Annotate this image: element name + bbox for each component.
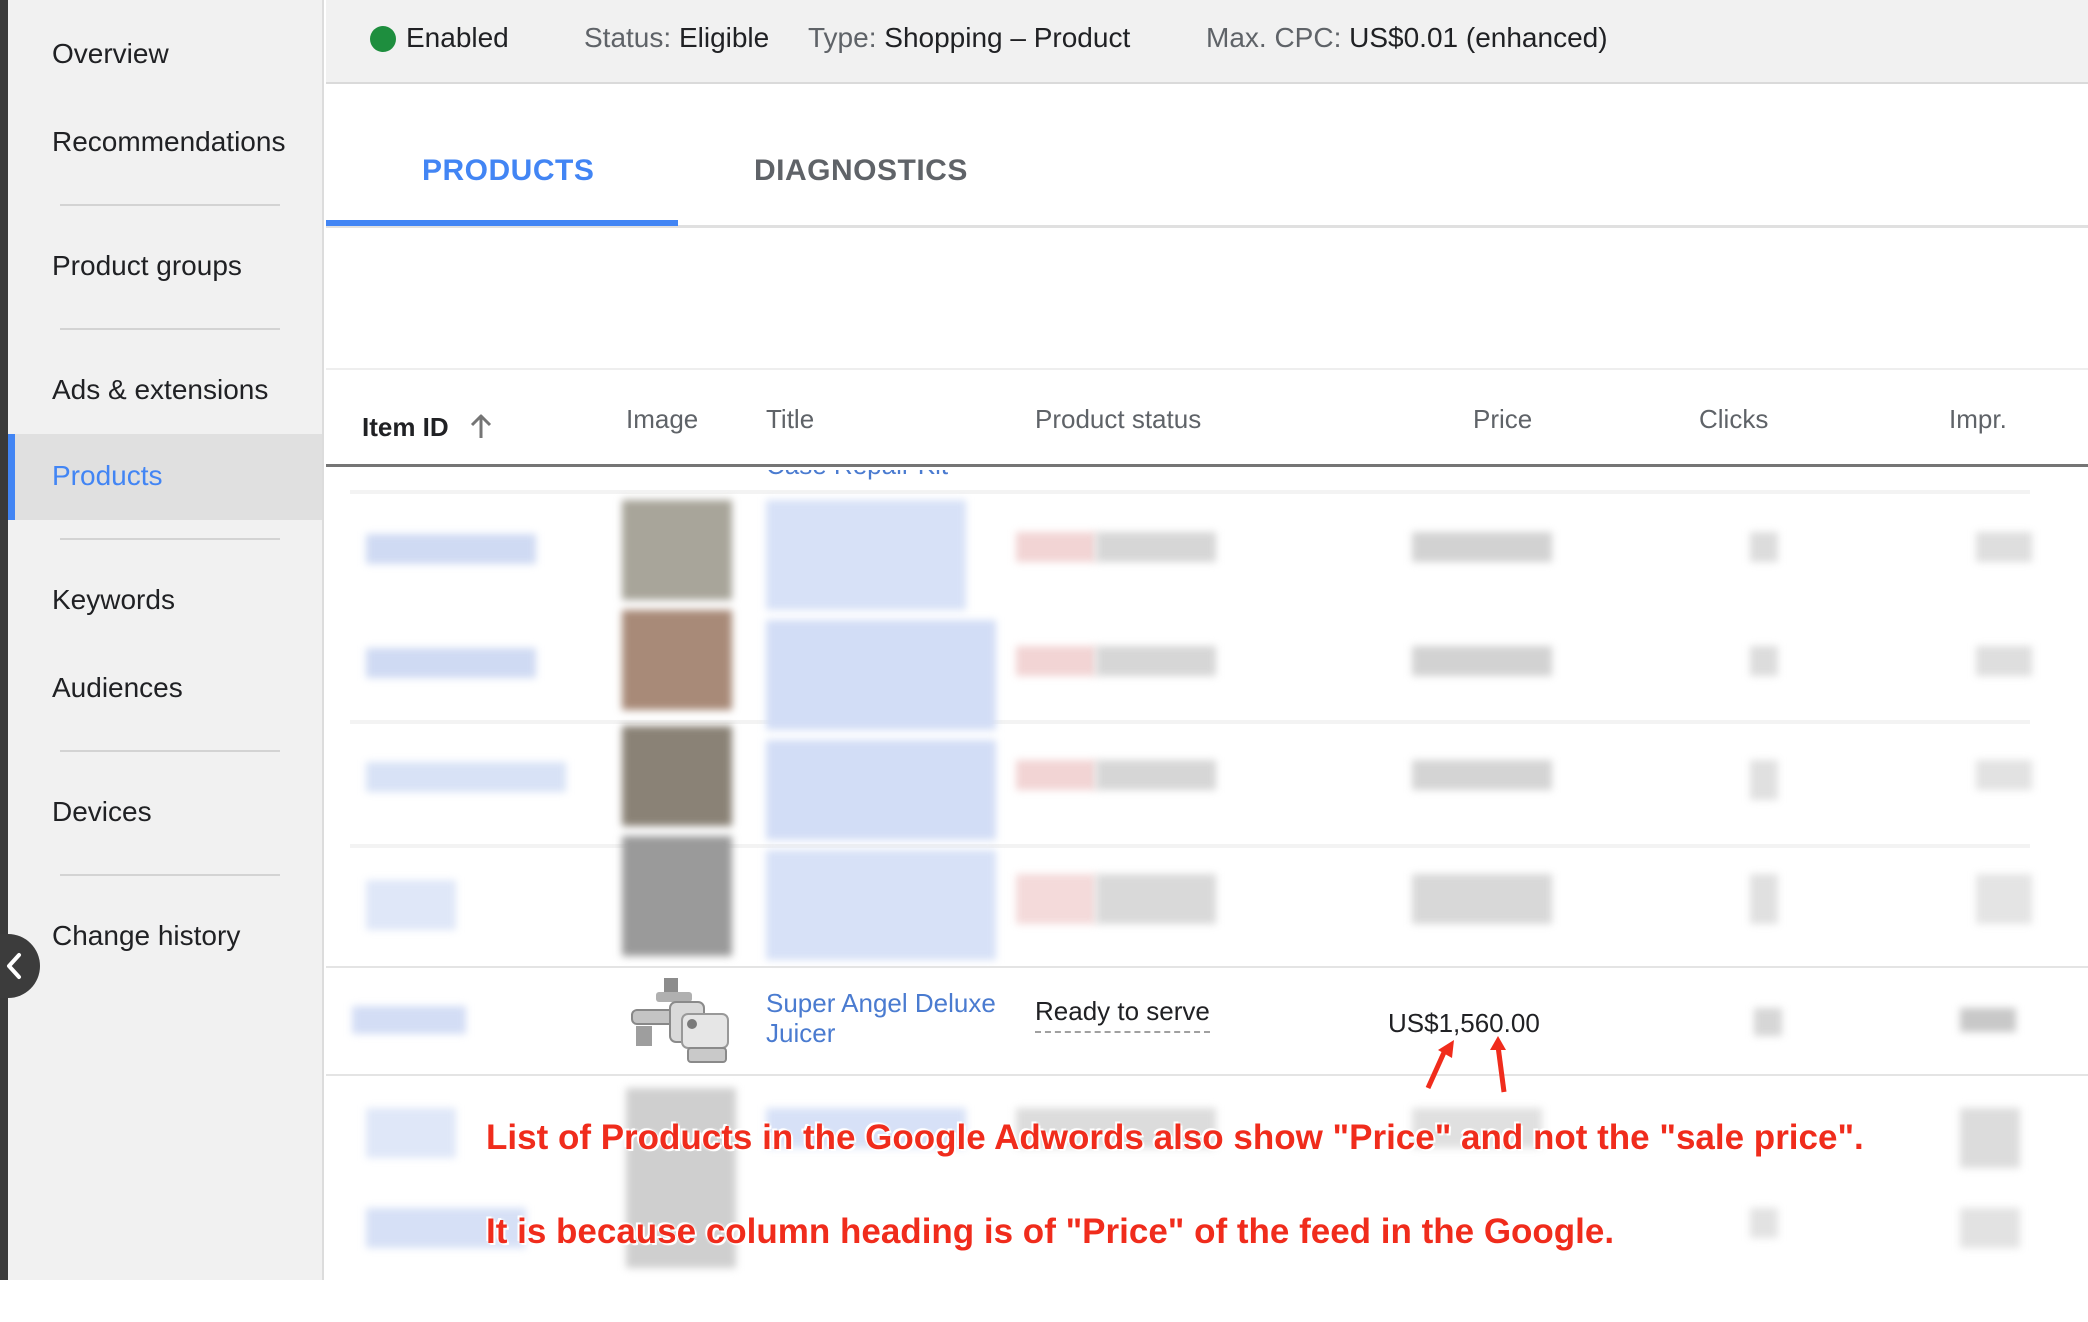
sidebar-divider <box>60 204 280 206</box>
annotation-arrows <box>1425 1036 1507 1093</box>
window-edge <box>0 0 8 1280</box>
campaign-status-bar: Enabled Status: Eligible Type: Shopping … <box>326 0 2088 84</box>
table-header-bottom-border <box>326 464 2088 467</box>
product-title[interactable] <box>766 620 996 730</box>
column-header-item-id[interactable]: Item ID <box>362 408 491 443</box>
sidebar-divider <box>60 538 280 540</box>
product-title[interactable] <box>766 850 996 960</box>
column-header-impressions[interactable]: Impr. <box>1949 404 2007 435</box>
sidebar-divider <box>60 874 280 876</box>
product-thumbnail <box>622 610 732 710</box>
sidebar-divider <box>60 750 280 752</box>
column-header-label: Item ID <box>362 412 449 442</box>
sidebar-item-products[interactable]: Products <box>52 460 163 492</box>
product-clicks <box>1750 646 1778 676</box>
sidebar-item-overview[interactable]: Overview <box>52 38 169 70</box>
juicer-product-image <box>631 978 729 1063</box>
enabled-status[interactable]: Enabled <box>406 22 509 54</box>
product-status <box>1096 874 1216 924</box>
product-impressions <box>1960 1108 2020 1168</box>
product-title[interactable] <box>766 740 996 840</box>
product-impressions <box>1976 874 2032 924</box>
product-thumbnail <box>622 726 732 826</box>
table-row[interactable] <box>366 880 456 930</box>
type-label: Type: <box>808 22 877 53</box>
product-status <box>1016 874 1096 924</box>
clicks-redacted <box>1754 1008 1782 1036</box>
product-clicks <box>1750 532 1778 562</box>
row-divider <box>326 1074 2088 1076</box>
sidebar-item-keywords[interactable]: Keywords <box>52 584 175 616</box>
product-title-line: Super Angel Deluxe <box>766 988 996 1018</box>
product-price-value: US$1,560.00 <box>1388 1008 1540 1038</box>
sidebar-item-devices[interactable]: Devices <box>52 796 152 828</box>
product-status <box>1096 760 1216 790</box>
status-label: Status: <box>584 22 672 53</box>
column-header-clicks[interactable]: Clicks <box>1699 404 1768 435</box>
table-row-featured[interactable]: Super Angel Deluxe Juicer Ready to serve… <box>326 968 2088 1074</box>
product-impressions <box>1976 646 2032 676</box>
sidebar-item-recommendations[interactable]: Recommendations <box>52 126 285 158</box>
sidebar-item-change-history[interactable]: Change history <box>52 920 240 952</box>
product-clicks <box>1750 1208 1778 1238</box>
product-price <box>1412 874 1552 924</box>
product-impressions <box>1960 1208 2020 1248</box>
product-impressions <box>1976 532 2032 562</box>
table-row[interactable] <box>366 534 536 564</box>
active-item-indicator <box>8 434 15 520</box>
column-header-price[interactable]: Price <box>1473 404 1532 435</box>
product-status <box>1016 646 1096 676</box>
tab-products[interactable]: PRODUCTS <box>422 154 594 188</box>
chevron-left-icon <box>7 953 21 979</box>
cpc-label: Max. CPC: <box>1206 22 1342 53</box>
blurred-product-rows <box>326 470 2088 970</box>
sidebar-item-product-groups[interactable]: Product groups <box>52 250 242 282</box>
product-title[interactable] <box>766 500 966 610</box>
product-price <box>1412 532 1552 562</box>
product-price <box>1412 646 1552 676</box>
max-cpc: Max. CPC: US$0.01 (enhanced) <box>1206 22 1608 54</box>
product-thumbnail <box>622 500 732 600</box>
table-row[interactable] <box>366 1108 456 1158</box>
product-status <box>1096 646 1216 676</box>
column-header-image[interactable]: Image <box>626 404 698 435</box>
product-clicks <box>1750 874 1778 924</box>
product-price <box>1412 760 1552 790</box>
product-status <box>1016 760 1096 790</box>
enabled-status-icon <box>370 26 396 52</box>
tab-diagnostics[interactable]: DIAGNOSTICS <box>754 154 968 188</box>
status-value: Eligible <box>678 22 770 53</box>
table-row[interactable] <box>366 648 536 678</box>
product-status <box>1016 532 1096 562</box>
table-header-top-border <box>326 368 2088 370</box>
type-value: Shopping – Product <box>884 22 1131 53</box>
active-tab-indicator <box>326 220 678 226</box>
product-status-ready[interactable]: Ready to serve <box>1035 996 1210 1033</box>
sidebar-item-audiences[interactable]: Audiences <box>52 672 183 704</box>
sidebar-divider <box>60 328 280 330</box>
product-title-link[interactable]: Super Angel Deluxe Juicer <box>766 988 996 1048</box>
sort-ascending-icon[interactable] <box>468 412 494 440</box>
cpc-value: US$0.01 (enhanced) <box>1349 22 1608 53</box>
column-header-title[interactable]: Title <box>766 404 814 435</box>
campaign-type: Type: Shopping – Product <box>808 22 1130 54</box>
impressions-redacted <box>1960 1008 2016 1032</box>
item-id-redacted <box>352 1006 466 1034</box>
product-thumbnail <box>622 836 732 956</box>
product-clicks <box>1750 760 1778 800</box>
eligibility-status: Status: Eligible <box>584 22 769 54</box>
sidebar-nav: Overview Recommendations Product groups … <box>8 0 324 1280</box>
annotation-line-1: List of Products in the Google Adwords a… <box>486 1118 1864 1157</box>
product-impressions <box>1976 760 2032 790</box>
annotation-line-2: It is because column heading is of "Pric… <box>486 1212 1615 1251</box>
product-status <box>1096 532 1216 562</box>
sidebar-item-ads-extensions[interactable]: Ads & extensions <box>52 374 268 406</box>
column-header-product-status[interactable]: Product status <box>1035 404 1201 435</box>
screenshot-bottom-margin <box>0 1282 2088 1322</box>
table-row[interactable] <box>366 762 566 792</box>
product-title-line: Juicer <box>766 1018 836 1048</box>
